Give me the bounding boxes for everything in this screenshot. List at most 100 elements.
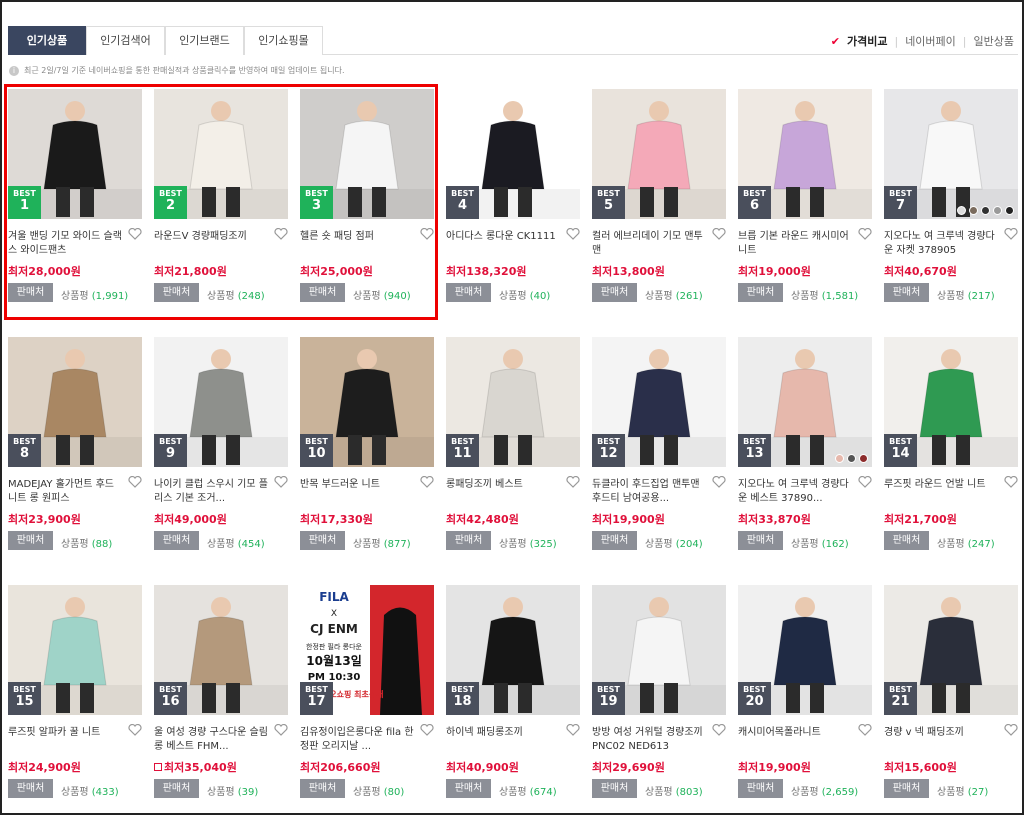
seller-button[interactable]: 판매처: [154, 779, 199, 798]
review-count[interactable]: 상품평 (204): [645, 535, 703, 550]
review-count[interactable]: 상품평 (433): [61, 783, 119, 798]
tab-popular-keywords[interactable]: 인기검색어: [86, 26, 165, 55]
color-swatch[interactable]: [847, 454, 856, 463]
product-card[interactable]: FILA X CJ ENM 한정판 필라 롱다운 10월13일 PM 10:30 CJ오쇼핑…: [300, 585, 434, 798]
heart-icon[interactable]: [712, 228, 726, 240]
review-count[interactable]: 상품평 (674): [499, 783, 557, 798]
seller-button[interactable]: 판매처: [592, 779, 637, 798]
seller-button[interactable]: 판매처: [884, 779, 929, 798]
product-title[interactable]: 루즈핏 알파카 꿀 니트: [8, 726, 124, 754]
sort-naverpay[interactable]: 네이버페이: [905, 33, 956, 49]
product-title[interactable]: 하이넥 패딩롱조끼: [446, 726, 562, 754]
product-card[interactable]: BEST 16 울 여성 경량 구스다운 슬림 롱 베스트 FHM... 최저35,0…: [154, 585, 288, 798]
product-thumbnail[interactable]: BEST 21: [884, 585, 1018, 715]
review-count[interactable]: 상품평 (261): [645, 287, 703, 302]
product-title[interactable]: 듀클라이 후드집업 맨투맨 후드티 남여공용...: [592, 478, 708, 506]
product-card[interactable]: BEST 9 나이키 클럽 스우시 기모 플리스 기본 조거... 최저49,000원…: [154, 337, 288, 550]
review-count[interactable]: 상품평 (162): [791, 535, 849, 550]
color-swatch[interactable]: [993, 206, 1002, 215]
product-card[interactable]: BEST 10 반목 부드러운 니트 최저17,330원 판매처 상품평 (877): [300, 337, 434, 550]
color-swatch[interactable]: [969, 206, 978, 215]
product-card[interactable]: BEST 6 브릅 기본 라운드 캐시미어 니트 최저19,000원 판매처 상품평 (1…: [738, 89, 872, 302]
seller-button[interactable]: 판매처: [300, 779, 345, 798]
review-count[interactable]: 상품평 (325): [499, 535, 557, 550]
heart-icon[interactable]: [420, 724, 434, 736]
product-title[interactable]: 방방 여성 거위털 경량조끼 PNC02 NED613: [592, 726, 708, 754]
seller-button[interactable]: 판매처: [446, 283, 491, 302]
product-thumbnail[interactable]: BEST 6: [738, 89, 872, 219]
seller-button[interactable]: 판매처: [154, 531, 199, 550]
product-thumbnail[interactable]: BEST 8: [8, 337, 142, 467]
heart-icon[interactable]: [566, 476, 580, 488]
review-count[interactable]: 상품평 (2,659): [791, 783, 858, 798]
product-title[interactable]: 김유정이입은롱다운 fila 한정판 오리지날 ...: [300, 726, 416, 754]
review-count[interactable]: 상품평 (88): [61, 535, 112, 550]
product-card[interactable]: BEST 18 하이넥 패딩롱조끼 최저40,900원 판매처 상품평 (674): [446, 585, 580, 798]
product-thumbnail[interactable]: BEST 12: [592, 337, 726, 467]
product-title[interactable]: 경량 v 넥 패딩조끼: [884, 726, 1000, 754]
product-thumbnail[interactable]: BEST 5: [592, 89, 726, 219]
product-thumbnail[interactable]: BEST 10: [300, 337, 434, 467]
product-thumbnail[interactable]: FILA X CJ ENM 한정판 필라 롱다운 10월13일 PM 10:30 CJ오쇼핑…: [300, 585, 434, 715]
heart-icon[interactable]: [1004, 724, 1018, 736]
seller-button[interactable]: 판매처: [738, 779, 783, 798]
heart-icon[interactable]: [274, 476, 288, 488]
product-title[interactable]: 롱패딩조끼 베스트: [446, 478, 562, 506]
review-count[interactable]: 상품평 (27): [937, 783, 988, 798]
seller-button[interactable]: 판매처: [592, 531, 637, 550]
seller-button[interactable]: 판매처: [592, 283, 637, 302]
tab-popular-brands[interactable]: 인기브랜드: [165, 26, 244, 55]
product-title[interactable]: 아디다스 롱다운 CK1111: [446, 230, 562, 258]
product-title[interactable]: 울 여성 경량 구스다운 슬림 롱 베스트 FHM...: [154, 726, 270, 754]
heart-icon[interactable]: [1004, 228, 1018, 240]
product-thumbnail[interactable]: BEST 9: [154, 337, 288, 467]
tab-popular-products[interactable]: 인기상품: [8, 26, 86, 55]
seller-button[interactable]: 판매처: [446, 779, 491, 798]
product-title[interactable]: 컬러 에브리데이 기모 맨투맨: [592, 230, 708, 258]
product-thumbnail[interactable]: BEST 4: [446, 89, 580, 219]
product-title[interactable]: 나이키 클럽 스우시 기모 플리스 기본 조거...: [154, 478, 270, 506]
heart-icon[interactable]: [274, 724, 288, 736]
review-count[interactable]: 상품평 (217): [937, 287, 995, 302]
product-thumbnail[interactable]: BEST 16: [154, 585, 288, 715]
product-thumbnail[interactable]: BEST 18: [446, 585, 580, 715]
product-thumbnail[interactable]: BEST 7: [884, 89, 1018, 219]
color-swatch[interactable]: [981, 206, 990, 215]
heart-icon[interactable]: [858, 724, 872, 736]
heart-icon[interactable]: [712, 724, 726, 736]
color-swatch[interactable]: [1005, 206, 1014, 215]
seller-button[interactable]: 판매처: [738, 283, 783, 302]
sort-general[interactable]: 일반상품: [974, 33, 1014, 49]
heart-icon[interactable]: [858, 228, 872, 240]
product-title[interactable]: 브릅 기본 라운드 캐시미어 니트: [738, 230, 854, 258]
seller-button[interactable]: 판매처: [738, 531, 783, 550]
product-card[interactable]: BEST 14 루즈핏 라운드 언발 니트 최저21,700원 판매처 상품평 (247): [884, 337, 1018, 550]
heart-icon[interactable]: [566, 724, 580, 736]
product-card[interactable]: BEST 11 롱패딩조끼 베스트 최저42,480원 판매처 상품평 (325): [446, 337, 580, 550]
heart-icon[interactable]: [420, 476, 434, 488]
review-count[interactable]: 상품평 (803): [645, 783, 703, 798]
review-count[interactable]: 상품평 (40): [499, 287, 550, 302]
product-card[interactable]: BEST 5 컬러 에브리데이 기모 맨투맨 최저13,800원 판매처 상품평 (261…: [592, 89, 726, 302]
product-title[interactable]: 지오다노 여 크루넥 경량다운 베스트 37890...: [738, 478, 854, 506]
seller-button[interactable]: 판매처: [884, 531, 929, 550]
product-title[interactable]: 지오다노 여 크루넥 경량다운 자켓 378905: [884, 230, 1000, 258]
product-card[interactable]: BEST 20 캐시미어목폴라니트 최저19,900원 판매처 상품평 (2,659): [738, 585, 872, 798]
sort-price-compare[interactable]: 가격비교: [847, 33, 887, 49]
color-swatches[interactable]: [957, 206, 1014, 215]
product-thumbnail[interactable]: BEST 15: [8, 585, 142, 715]
heart-icon[interactable]: [858, 476, 872, 488]
review-count[interactable]: 상품평 (1,581): [791, 287, 858, 302]
seller-button[interactable]: 판매처: [300, 531, 345, 550]
color-swatches[interactable]: [835, 454, 868, 463]
color-swatch[interactable]: [859, 454, 868, 463]
review-count[interactable]: 상품평 (80): [353, 783, 404, 798]
product-thumbnail[interactable]: BEST 14: [884, 337, 1018, 467]
review-count[interactable]: 상품평 (877): [353, 535, 411, 550]
heart-icon[interactable]: [712, 476, 726, 488]
product-thumbnail[interactable]: BEST 20: [738, 585, 872, 715]
product-title[interactable]: 반목 부드러운 니트: [300, 478, 416, 506]
product-card[interactable]: BEST 13 지오다노 여 크루넥 경량다운 베스트 37890... 최저33,8…: [738, 337, 872, 550]
product-card[interactable]: BEST 15 루즈핏 알파카 꿀 니트 최저24,900원 판매처 상품평 (433): [8, 585, 142, 798]
color-swatch[interactable]: [835, 454, 844, 463]
